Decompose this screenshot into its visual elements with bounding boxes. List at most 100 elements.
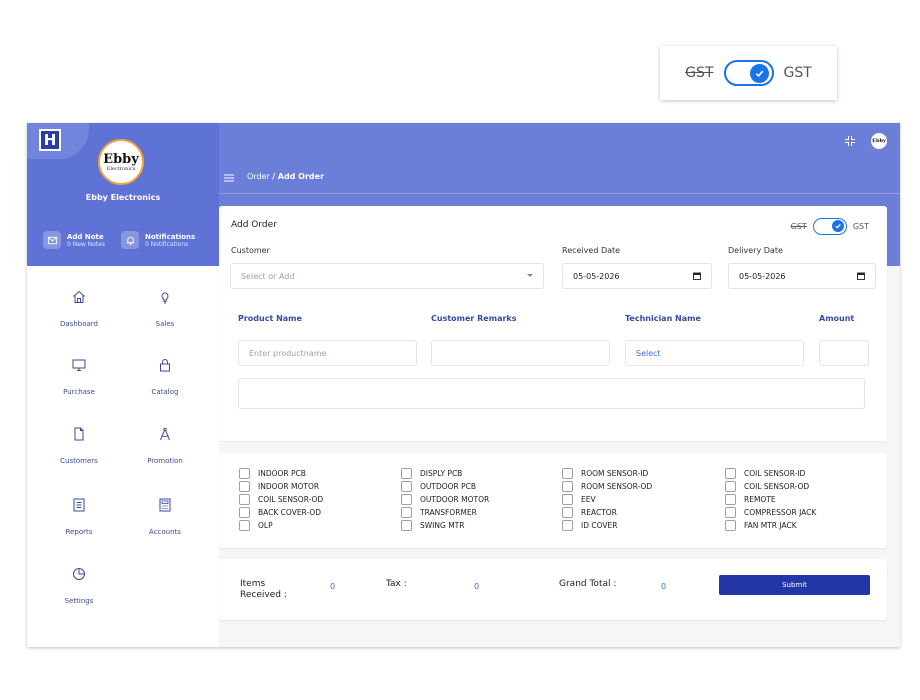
checkbox[interactable] bbox=[401, 507, 412, 518]
sidebar-item-sales[interactable]: Sales bbox=[125, 289, 205, 330]
checkbox[interactable] bbox=[725, 494, 736, 505]
checklist-item[interactable]: OUTDOOR PCB bbox=[401, 480, 489, 493]
checkbox[interactable] bbox=[562, 494, 573, 505]
checklist-item[interactable]: OLP bbox=[239, 519, 323, 532]
checkbox[interactable] bbox=[725, 481, 736, 492]
sidebar-item-purchase[interactable]: Purchase bbox=[39, 357, 119, 398]
gst-toggle-switch[interactable] bbox=[812, 218, 847, 235]
checklist-column-2: DISPLY PCB OUTDOOR PCB OUTDOOR MOTOR TRA… bbox=[401, 467, 489, 532]
column-product-name: Product Name bbox=[238, 314, 302, 323]
checklist-item[interactable]: ID COVER bbox=[562, 519, 652, 532]
checkbox[interactable] bbox=[562, 520, 573, 531]
checkbox[interactable] bbox=[562, 481, 573, 492]
card-title: Add Order bbox=[231, 220, 277, 230]
checkbox[interactable] bbox=[562, 468, 573, 479]
checklist-item[interactable]: TRANSFORMER bbox=[401, 506, 489, 519]
file-icon bbox=[74, 427, 84, 441]
sidebar-item-catalog[interactable]: Catalog bbox=[125, 357, 205, 398]
checklist-item[interactable]: COIL SENSOR-ID bbox=[725, 467, 816, 480]
sidebar-item-promotion[interactable]: Promotion bbox=[125, 426, 205, 467]
customer-remarks-input[interactable] bbox=[431, 340, 610, 366]
breadcrumb-current: Add Order bbox=[277, 172, 325, 181]
grand-total-label: Grand Total : bbox=[559, 579, 617, 589]
sidebar-item-label: Catalog bbox=[151, 388, 179, 396]
sidebar-item-accounts[interactable]: Accounts bbox=[125, 497, 205, 538]
add-note-button[interactable]: Add Note 0 New Notes bbox=[43, 231, 105, 249]
chevron-down-icon bbox=[527, 274, 533, 277]
checkbox[interactable] bbox=[401, 481, 412, 492]
notifications-button[interactable]: Notifications 0 Notifications bbox=[121, 231, 195, 249]
checkbox[interactable] bbox=[725, 468, 736, 479]
sidebar-item-label: Purchase bbox=[63, 388, 95, 396]
checklist-item[interactable]: INDOOR MOTOR bbox=[239, 480, 323, 493]
check-icon bbox=[831, 220, 844, 232]
checklist-item[interactable]: COIL SENSOR-OD bbox=[239, 493, 323, 506]
received-date-field[interactable]: 05-05-2026 bbox=[562, 263, 712, 289]
checkbox[interactable] bbox=[239, 468, 250, 479]
checklist-item[interactable]: REMOTE bbox=[725, 493, 816, 506]
checklist-item[interactable]: EEV bbox=[562, 493, 652, 506]
checklist-item[interactable]: ROOM SENSOR-OD bbox=[562, 480, 652, 493]
notes-textarea[interactable] bbox=[238, 378, 865, 409]
checkbox[interactable] bbox=[239, 507, 250, 518]
checkbox[interactable] bbox=[725, 520, 736, 531]
sidebar-item-settings[interactable]: Settings bbox=[39, 566, 119, 607]
customer-label: Customer bbox=[231, 246, 270, 255]
amount-input[interactable] bbox=[819, 340, 869, 366]
avatar[interactable]: Ebby bbox=[871, 133, 887, 149]
breadcrumb-parent[interactable]: Order bbox=[247, 172, 270, 181]
gst-toggle-switch[interactable] bbox=[723, 60, 774, 86]
calendar-icon[interactable] bbox=[693, 272, 701, 280]
delivery-date-value: 05-05-2026 bbox=[739, 271, 786, 281]
checklist-item[interactable]: REACTOR bbox=[562, 506, 652, 519]
calendar-icon[interactable] bbox=[857, 272, 865, 280]
checklist-item[interactable]: DISPLY PCB bbox=[401, 467, 489, 480]
checklist-item[interactable]: COMPRESSOR JACK bbox=[725, 506, 816, 519]
sidebar-item-label: Accounts bbox=[149, 528, 181, 536]
checkbox[interactable] bbox=[401, 468, 412, 479]
sidebar-item-customers[interactable]: Customers bbox=[39, 426, 119, 467]
submit-button[interactable]: Submit bbox=[719, 575, 870, 595]
sidebar-profile: H Ebby Electronics Ebby Electronics Add … bbox=[27, 123, 219, 266]
brand-name: Ebby Electronics bbox=[85, 193, 161, 202]
checkbox[interactable] bbox=[401, 494, 412, 505]
checkbox[interactable] bbox=[725, 507, 736, 518]
bell-icon bbox=[121, 231, 139, 249]
collapse-icon[interactable] bbox=[844, 135, 856, 147]
report-icon bbox=[73, 498, 85, 512]
checklist-item[interactable]: FAN MTR JACK bbox=[725, 519, 816, 532]
header-divider bbox=[219, 193, 900, 194]
product-name-input[interactable]: Enter productname bbox=[238, 340, 417, 366]
column-technician-name: Technician Name bbox=[625, 314, 701, 323]
received-date-label: Received Date bbox=[562, 246, 621, 255]
app-window: H Ebby Electronics Ebby Electronics Add … bbox=[27, 123, 900, 647]
brand-badge: Ebby Electronics bbox=[98, 139, 144, 185]
checklist-item[interactable]: OUTDOOR MOTOR bbox=[401, 493, 489, 506]
app-logo[interactable]: H bbox=[39, 129, 61, 151]
checklist-item[interactable]: COIL SENSOR-OD bbox=[725, 480, 816, 493]
column-customer-remarks: Customer Remarks bbox=[431, 314, 517, 323]
menu-icon[interactable] bbox=[224, 174, 234, 182]
inline-gst-toggle: GST GST bbox=[791, 218, 869, 235]
checkbox[interactable] bbox=[239, 520, 250, 531]
checkbox[interactable] bbox=[401, 520, 412, 531]
gst-off-label: GST bbox=[790, 222, 807, 231]
checkbox[interactable] bbox=[239, 494, 250, 505]
checkbox[interactable] bbox=[562, 507, 573, 518]
product-name-placeholder: Enter productname bbox=[249, 348, 327, 358]
sidebar-item-label: Customers bbox=[60, 457, 98, 465]
checklist-item[interactable]: BACK COVER-OD bbox=[239, 506, 323, 519]
breadcrumb-separator: / bbox=[272, 172, 276, 181]
checklist-column-4: COIL SENSOR-ID COIL SENSOR-OD REMOTE COM… bbox=[725, 467, 816, 532]
checklist-item[interactable]: SWING MTR bbox=[401, 519, 489, 532]
checklist-item[interactable]: ROOM SENSOR-ID bbox=[562, 467, 652, 480]
sidebar-item-dashboard[interactable]: Dashboard bbox=[39, 289, 119, 330]
notifications-title: Notifications bbox=[145, 232, 196, 241]
sidebar-item-reports[interactable]: Reports bbox=[39, 497, 119, 538]
delivery-date-field[interactable]: 05-05-2026 bbox=[728, 263, 876, 289]
sidebar-item-label: Promotion bbox=[147, 457, 183, 465]
customer-select[interactable]: Select or Add bbox=[230, 263, 544, 289]
technician-select[interactable]: Select bbox=[625, 340, 804, 366]
checklist-item[interactable]: INDOOR PCB bbox=[239, 467, 323, 480]
checkbox[interactable] bbox=[239, 481, 250, 492]
